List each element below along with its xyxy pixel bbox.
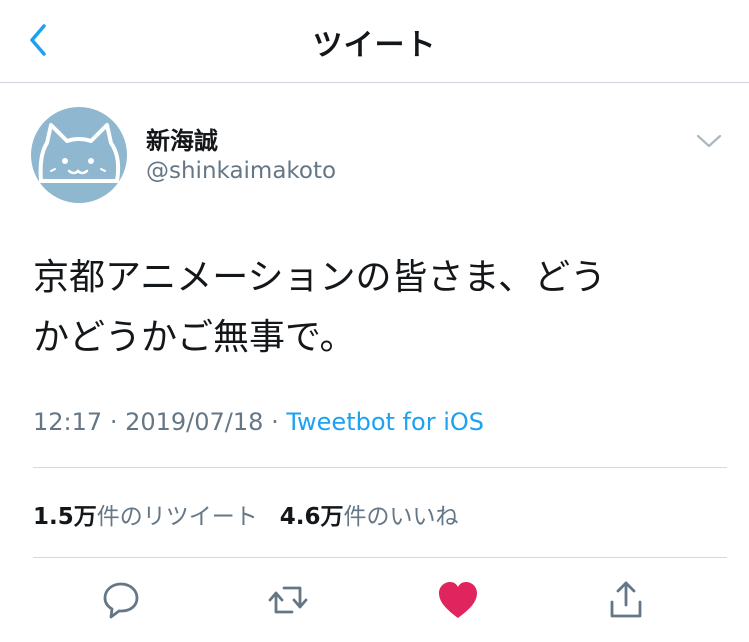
tweet-stats: 1.5万件のリツイート 4.6万件のいいね	[33, 497, 459, 531]
retweet-count-label: 件のリツイート	[96, 504, 258, 530]
reply-icon[interactable]	[99, 578, 143, 622]
like-count-label: 件のいいね	[343, 504, 459, 530]
divider	[33, 467, 727, 468]
cat-avatar-icon	[38, 123, 121, 183]
chevron-down-icon[interactable]	[694, 130, 724, 152]
retweet-icon[interactable]	[266, 578, 310, 622]
tweet-time: 12:17	[33, 408, 103, 436]
page-title: ツイート	[312, 28, 437, 63]
tweet-meta: 12:17 · 2019/07/18 · Tweetbot for iOS	[33, 408, 484, 436]
author-display-name[interactable]: 新海誠	[146, 121, 218, 156]
retweet-count: 1.5万	[33, 504, 97, 530]
tweet-text: 京都アニメーションの皆さま、どう かどうかご無事で。	[33, 248, 723, 368]
tweet-source-link[interactable]: Tweetbot for iOS	[286, 408, 484, 436]
heart-icon[interactable]	[436, 578, 480, 622]
author-handle[interactable]: @shinkaimakoto	[146, 158, 336, 184]
meta-separator: ·	[109, 408, 118, 436]
retweet-count-link[interactable]: 1.5万件のリツイート	[33, 504, 258, 530]
like-count: 4.6万	[279, 504, 344, 530]
divider	[33, 557, 727, 558]
tweet-date: 2019/07/18	[125, 408, 264, 436]
like-count-link[interactable]: 4.6万件のいいね	[280, 504, 459, 530]
tweet-text-line: かどうかご無事で。	[33, 317, 356, 358]
top-bar: ツイート	[0, 0, 749, 83]
tweet-text-line: 京都アニメーションの皆さま、どう	[33, 257, 607, 298]
meta-separator: ·	[271, 408, 279, 436]
share-icon[interactable]	[604, 578, 648, 622]
avatar[interactable]	[31, 107, 127, 203]
